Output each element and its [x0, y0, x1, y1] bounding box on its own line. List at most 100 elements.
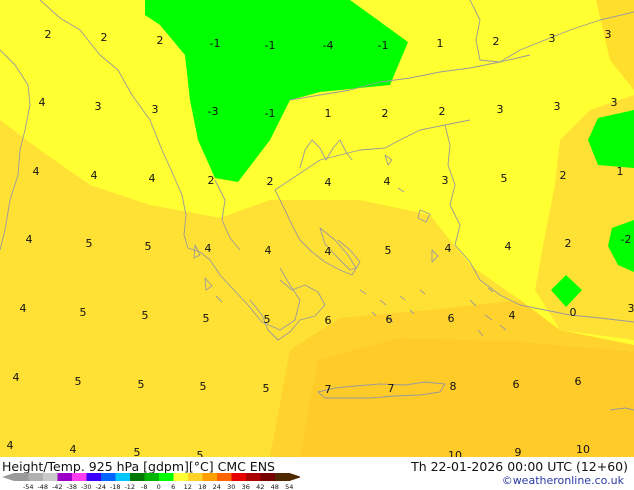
legend-color-bar — [2, 473, 300, 481]
legend-min-arrow — [2, 473, 14, 481]
temperature-label: -4 — [323, 39, 334, 52]
legend-tick-label: -8 — [141, 483, 147, 490]
temperature-label: 6 — [575, 375, 582, 388]
legend-tick-label: 54 — [285, 483, 293, 490]
legend-tick-label: -24 — [95, 483, 106, 490]
legend-swatch — [57, 473, 73, 481]
temperature-label: 5 — [264, 313, 271, 326]
legend-swatch — [43, 473, 58, 481]
temperature-label: 3 — [442, 174, 449, 187]
temperature-label: 5 — [86, 237, 93, 250]
color-legend: -54 -48 -42 -38 -30 -24 -18 -12 -8 0 6 12 18 24 30 36 42… — [2, 473, 300, 490]
legend-tick-label: 0 — [157, 483, 161, 490]
temperature-label: 3 — [497, 103, 504, 116]
legend-swatch — [202, 473, 218, 481]
temperature-label: 9 — [515, 446, 522, 457]
legend-max-arrow — [289, 473, 300, 481]
legend-tick-label: -30 — [81, 483, 92, 490]
temperature-label: 4 — [265, 244, 272, 257]
legend-tick-label: 6 — [171, 483, 175, 490]
temperature-label: 5 — [263, 382, 270, 395]
legend-tick-label: 18 — [198, 483, 206, 490]
temperature-label: 5 — [142, 309, 149, 322]
legend-swatch — [72, 473, 87, 481]
temperature-label: 0 — [570, 306, 577, 319]
temperature-label: 2 — [560, 169, 567, 182]
temperature-label: 6 — [325, 314, 332, 327]
temperature-map: 2 2 2 -1 -1 -4 -1 1 2 3 3 4 3 3 -3 -1 1 2 2 3 3 3 4 4 4 2 2 4 4 3 5 2 1 4… — [0, 0, 634, 457]
temperature-label: 4 — [70, 443, 77, 456]
temperature-label: 2 — [267, 175, 274, 188]
temperature-label: 6 — [386, 313, 393, 326]
temperature-label: -2 — [621, 233, 632, 246]
temperature-label: 3 — [95, 100, 102, 113]
temperature-label: 4 — [26, 233, 33, 246]
temperature-label: 5 — [80, 306, 87, 319]
temperature-label: -1 — [378, 39, 389, 52]
temperature-label: 4 — [445, 242, 452, 255]
legend-swatch — [14, 473, 29, 481]
credit-link[interactable]: ©weatheronline.co.uk — [502, 474, 624, 487]
legend-tick-label: -42 — [52, 483, 63, 490]
legend-tick-label: -38 — [66, 483, 77, 490]
temperature-label: 3 — [549, 32, 556, 45]
legend-swatch — [217, 473, 232, 481]
temperature-label: -1 — [265, 107, 276, 120]
legend-swatch — [28, 473, 44, 481]
legend-swatch — [188, 473, 203, 481]
legend-swatch — [144, 473, 160, 481]
temperature-label: 5 — [75, 375, 82, 388]
temperature-label: 5 — [197, 449, 204, 457]
temperature-label: 2 — [382, 107, 389, 120]
temperature-label: 7 — [325, 383, 332, 396]
temperature-label: 2 — [439, 105, 446, 118]
legend-swatch — [86, 473, 102, 481]
legend-tick-label: -18 — [110, 483, 121, 490]
temperature-label: -1 — [265, 39, 276, 52]
temperature-label: 4 — [7, 439, 14, 452]
legend-tick-labels: -54 -48 -42 -38 -30 -24 -18 -12 -8 0 6 12 18 24 30 36 42… — [23, 483, 293, 490]
legend-tick-label: -54 — [23, 483, 34, 490]
temperature-label: -1 — [210, 37, 221, 50]
valid-time: Th 22-01-2026 00:00 UTC (12+60) — [411, 459, 628, 474]
temperature-label: 4 — [505, 240, 512, 253]
legend-swatch — [231, 473, 247, 481]
temperature-label: 4 — [13, 371, 20, 384]
temperature-label: 1 — [617, 165, 624, 178]
temperature-label: 4 — [20, 302, 27, 315]
temperature-label: 3 — [628, 302, 634, 315]
temperature-label: 4 — [325, 176, 332, 189]
temperature-label: 5 — [134, 446, 141, 457]
temperature-label: 5 — [200, 380, 207, 393]
temperature-label: 4 — [149, 172, 156, 185]
temperature-label: 6 — [448, 312, 455, 325]
temperature-label: 6 — [513, 378, 520, 391]
temperature-label: 5 — [501, 172, 508, 185]
legend-swatch — [260, 473, 276, 481]
temperature-label: 3 — [611, 96, 618, 109]
temperature-label: 5 — [385, 244, 392, 257]
temperature-label: 4 — [205, 242, 212, 255]
temperature-label: 2 — [101, 31, 108, 44]
legend-swatch — [159, 473, 174, 481]
legend-tick-label: 30 — [227, 483, 235, 490]
temperature-label: 3 — [605, 28, 612, 41]
temperature-label: 3 — [152, 103, 159, 116]
legend-tick-label: -48 — [37, 483, 48, 490]
temperature-label: -3 — [208, 105, 219, 118]
temperature-label: 3 — [554, 100, 561, 113]
temperature-label: 4 — [33, 165, 40, 178]
legend-swatch — [246, 473, 261, 481]
temperature-label: 4 — [91, 169, 98, 182]
temperature-label: 5 — [145, 240, 152, 253]
legend-tick-label: 12 — [184, 483, 192, 490]
temperature-label: 10 — [576, 443, 590, 456]
temperature-label: 4 — [384, 175, 391, 188]
legend-swatch — [101, 473, 116, 481]
temperature-label: 5 — [203, 312, 210, 325]
legend-swatch — [130, 473, 145, 481]
temperature-label: 2 — [45, 28, 52, 41]
temperature-label: 4 — [325, 245, 332, 258]
legend-tick-label: 42 — [256, 483, 264, 490]
legend-swatch — [173, 473, 189, 481]
